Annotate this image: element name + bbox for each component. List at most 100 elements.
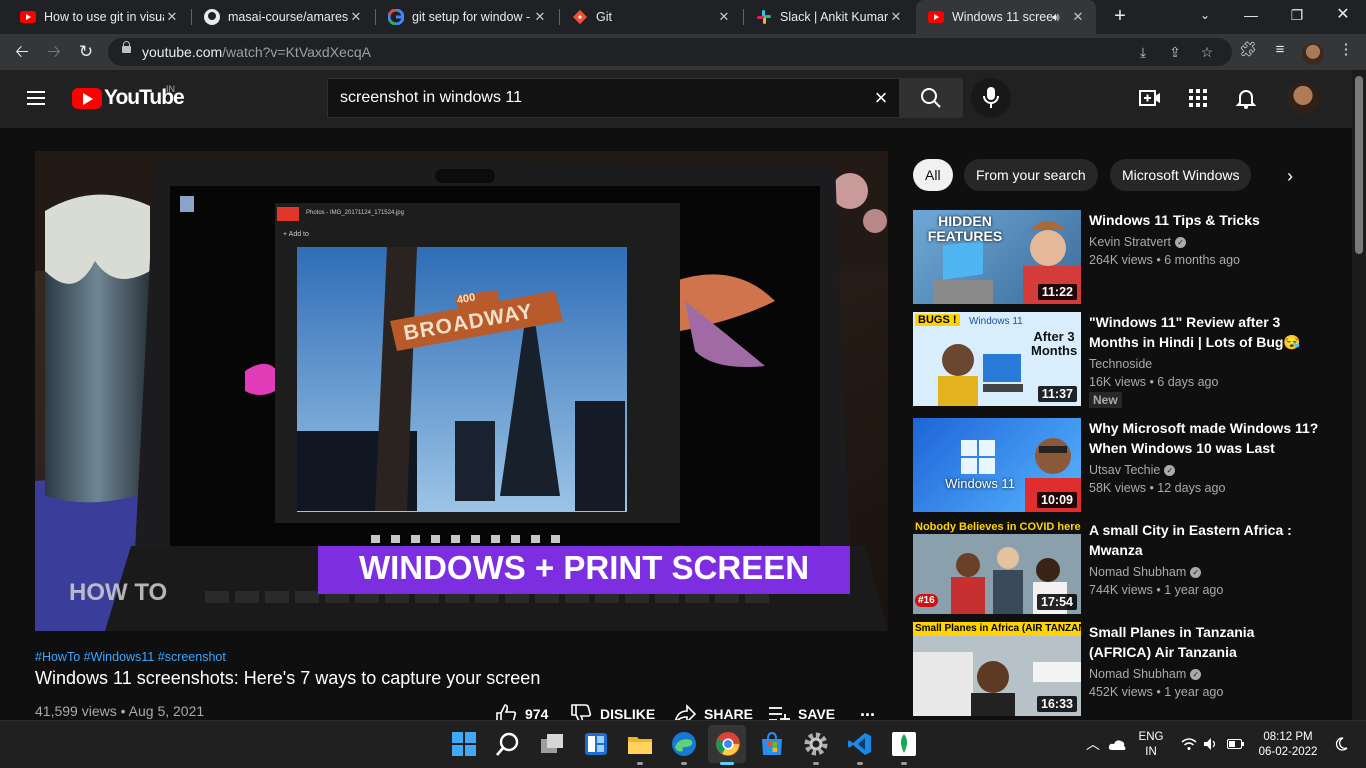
- input-region[interactable]: IN: [1136, 746, 1166, 758]
- channel-name[interactable]: Nomad Shubham ✓: [1089, 667, 1202, 681]
- edge-browser-icon[interactable]: [671, 731, 697, 757]
- bookmark-star-icon[interactable]: ☆: [1198, 43, 1216, 61]
- channel-name[interactable]: Technoside: [1089, 357, 1152, 371]
- voice-search-button[interactable]: [971, 78, 1011, 118]
- chevron-right-icon[interactable]: ›: [1280, 166, 1300, 186]
- restore-button[interactable]: ❐: [1274, 0, 1320, 30]
- related-video-item[interactable]: HIDDEN FEATURES 11:22 Windows 11 Tips & …: [913, 210, 1353, 304]
- related-video-item[interactable]: Nobody Believes in COVID here #16 17:54 …: [913, 520, 1353, 614]
- browser-tab[interactable]: Git ✕: [560, 0, 742, 34]
- settings-gear-icon[interactable]: [803, 731, 829, 757]
- minimize-button[interactable]: —: [1228, 0, 1274, 30]
- browser-tab[interactable]: How to use git in visual ✕: [8, 0, 190, 34]
- close-tab-icon[interactable]: ✕: [1070, 9, 1086, 25]
- scrollbar-thumb[interactable]: [1355, 76, 1363, 254]
- hamburger-menu-icon[interactable]: [27, 91, 45, 105]
- mongodb-compass-icon[interactable]: [891, 731, 917, 757]
- video-caption-overlay: WINDOWS + PRINT SCREEN: [358, 549, 810, 586]
- speaker-icon[interactable]: 🔊︎: [1052, 10, 1070, 25]
- notification-moon-icon[interactable]: [1334, 737, 1348, 751]
- video-thumbnail[interactable]: Windows 11 10:09: [913, 418, 1081, 512]
- search-button[interactable]: [899, 78, 963, 118]
- related-video-item[interactable]: Windows 11 10:09 Why Microsoft made Wind…: [913, 418, 1353, 512]
- youtube-logo-icon[interactable]: [72, 88, 102, 109]
- related-video-title[interactable]: Windows 11 Tips & Tricks: [1089, 210, 1319, 230]
- channel-name[interactable]: Utsav Techie ✓: [1089, 463, 1176, 477]
- close-window-button[interactable]: ✕: [1320, 0, 1366, 30]
- clock-date[interactable]: 06-02-2022: [1253, 746, 1323, 758]
- lock-icon[interactable]: [122, 41, 131, 53]
- notifications-bell-icon[interactable]: [1234, 86, 1258, 110]
- google-icon: [388, 9, 404, 25]
- media-control-icon[interactable]: ≡: [1270, 41, 1290, 59]
- clear-search-icon[interactable]: ×: [871, 87, 891, 109]
- task-view-icon[interactable]: [539, 731, 565, 757]
- search-input[interactable]: screenshot in windows 11: [340, 89, 522, 107]
- account-avatar[interactable]: [1287, 82, 1319, 114]
- extensions-puzzle-icon[interactable]: 🧩︎: [1238, 41, 1258, 59]
- widgets-icon[interactable]: [583, 731, 609, 757]
- video-thumbnail[interactable]: Nobody Believes in COVID here #16 17:54: [913, 520, 1081, 614]
- channel-name[interactable]: Nomad Shubham ✓: [1089, 565, 1202, 579]
- video-duration: 10:09: [1037, 492, 1077, 508]
- reload-button[interactable]: ↻: [74, 41, 98, 63]
- battery-icon[interactable]: [1227, 738, 1245, 750]
- related-video-item[interactable]: BUGS ! Windows 11 After 3 Months 11:37 "…: [913, 312, 1353, 408]
- wifi-icon[interactable]: [1181, 737, 1197, 751]
- channel-name[interactable]: Kevin Stratvert ✓: [1089, 235, 1186, 249]
- video-thumbnail[interactable]: Small Planes in Africa (AIR TANZANIA) 16…: [913, 622, 1081, 716]
- browser-tab[interactable]: masai-course/amaresh ✕: [192, 0, 374, 34]
- share-icon[interactable]: ⇪: [1166, 43, 1184, 61]
- video-player[interactable]: Photos - IMG_20171124_171524.jpg + Add t…: [35, 151, 888, 631]
- video-duration: 17:54: [1037, 594, 1077, 610]
- back-button[interactable]: 🡠: [10, 41, 34, 63]
- close-tab-icon[interactable]: ✕: [532, 9, 548, 25]
- video-thumbnail[interactable]: BUGS ! Windows 11 After 3 Months 11:37: [913, 312, 1081, 406]
- related-video-item[interactable]: Small Planes in Africa (AIR TANZANIA) 16…: [913, 622, 1353, 716]
- related-video-title[interactable]: Small Planes in Tanzania (AFRICA) Air Ta…: [1089, 622, 1319, 662]
- vscode-icon[interactable]: [847, 731, 873, 757]
- url-text[interactable]: youtube.com/watch?v=KtVaxdXecqA: [142, 44, 371, 60]
- more-actions-button[interactable]: ...: [860, 700, 875, 720]
- forward-button[interactable]: 🡢: [42, 41, 66, 63]
- install-app-icon[interactable]: ⤓: [1134, 43, 1152, 61]
- show-hidden-icons-chevron-icon[interactable]: ︿: [1086, 734, 1100, 754]
- browser-tab-active[interactable]: Windows 11 scree 🔊︎ ✕: [916, 0, 1096, 34]
- new-tab-button[interactable]: +: [1108, 4, 1132, 28]
- volume-icon[interactable]: [1203, 737, 1219, 751]
- youtube-icon: [928, 9, 944, 25]
- chip-from-your-search[interactable]: From your search: [964, 159, 1098, 191]
- close-tab-icon[interactable]: ✕: [164, 9, 180, 25]
- running-indicator: [857, 762, 863, 765]
- onedrive-cloud-icon[interactable]: [1108, 738, 1126, 750]
- search-icon[interactable]: [495, 731, 521, 757]
- profile-avatar[interactable]: [1302, 43, 1324, 65]
- windows-start-icon[interactable]: [451, 731, 477, 757]
- chip-all[interactable]: All: [913, 159, 953, 191]
- close-tab-icon[interactable]: ✕: [888, 9, 904, 25]
- tab-search-icon[interactable]: ⌄: [1182, 0, 1228, 30]
- close-tab-icon[interactable]: ✕: [348, 9, 364, 25]
- related-video-title[interactable]: "Windows 11" Review after 3 Months in Hi…: [1089, 312, 1319, 352]
- microsoft-store-icon[interactable]: [759, 731, 785, 757]
- address-bar[interactable]: youtube.com/watch?v=KtVaxdXecqA ⤓ ⇪ ☆: [108, 38, 1232, 66]
- git-icon: [572, 9, 588, 25]
- related-video-title[interactable]: A small City in Eastern Africa : Mwanza: [1089, 520, 1319, 560]
- video-duration: 11:37: [1037, 386, 1077, 402]
- browser-tab[interactable]: Slack | Ankit Kumar | M ✕: [744, 0, 914, 34]
- related-video-title[interactable]: Why Microsoft made Windows 11? When Wind…: [1089, 418, 1319, 458]
- apps-grid-icon[interactable]: [1186, 86, 1210, 110]
- video-thumbnail[interactable]: HIDDEN FEATURES 11:22: [913, 210, 1081, 304]
- menu-kebab-icon[interactable]: ⋮: [1336, 41, 1356, 59]
- chrome-browser-icon[interactable]: [715, 731, 741, 757]
- tab-title: Windows 11 scree: [952, 10, 1052, 24]
- browser-tab[interactable]: git setup for window - ✕: [376, 0, 558, 34]
- file-explorer-icon[interactable]: [627, 731, 653, 757]
- chip-microsoft-windows[interactable]: Microsoft Windows: [1110, 159, 1252, 191]
- verified-check-icon: ✓: [1174, 237, 1186, 249]
- clock-time[interactable]: 08:12 PM: [1253, 731, 1323, 743]
- video-hashtags[interactable]: #HowTo #Windows11 #screenshot: [35, 650, 226, 664]
- close-tab-icon[interactable]: ✕: [716, 9, 732, 25]
- input-language[interactable]: ENG: [1136, 731, 1166, 743]
- create-video-icon[interactable]: [1138, 86, 1162, 110]
